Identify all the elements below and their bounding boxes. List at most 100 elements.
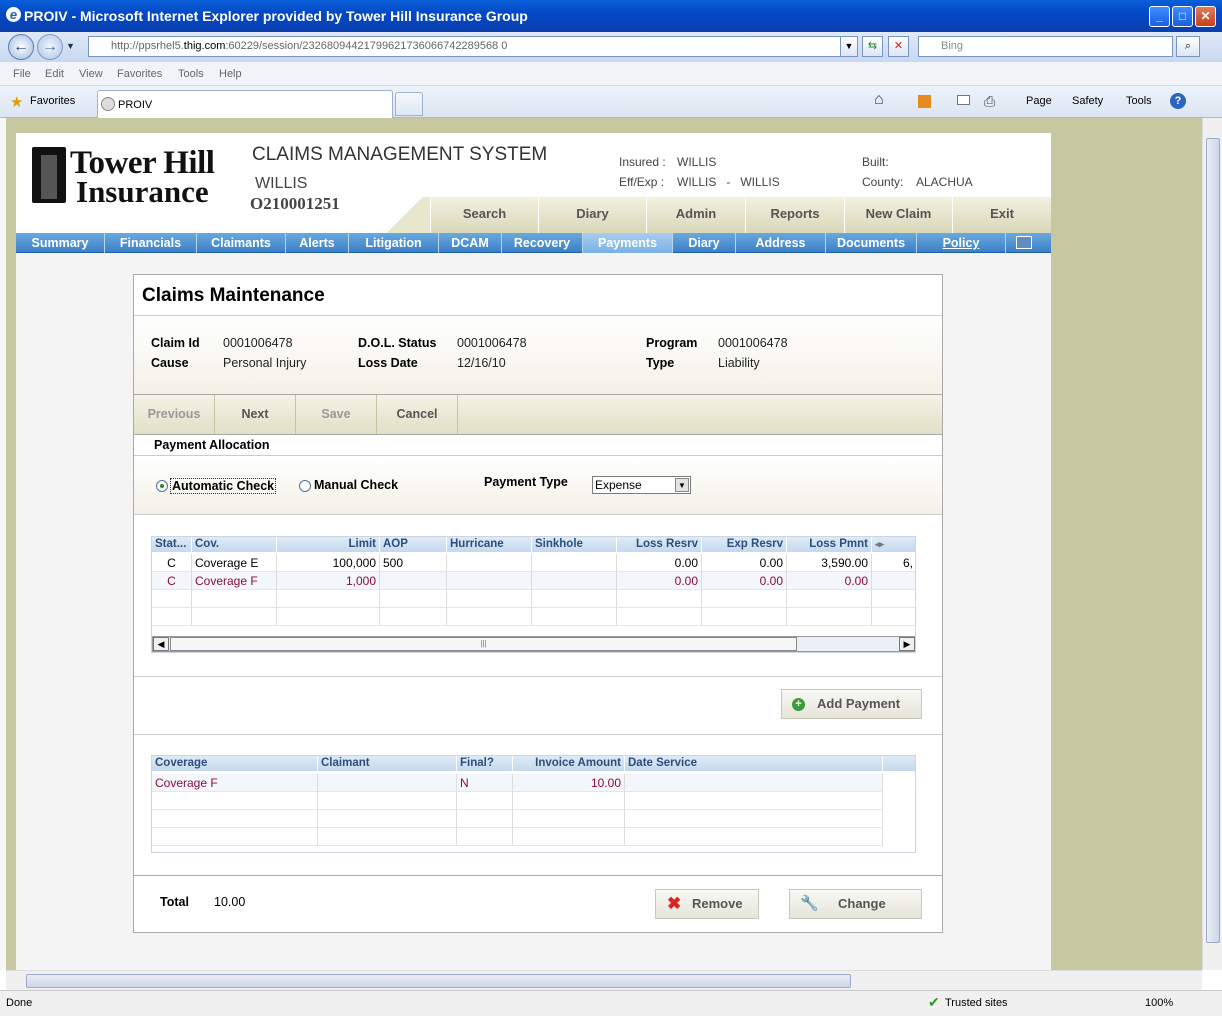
vertical-scrollbar[interactable] <box>1202 118 1222 970</box>
table-cell[interactable] <box>318 774 457 792</box>
col-loss-resrv[interactable]: Loss Resrv <box>617 537 702 552</box>
column-resize-icon[interactable]: ◂▸ <box>872 537 915 552</box>
table-cell[interactable]: 10.00 <box>513 774 625 792</box>
maximize-button[interactable]: □ <box>1172 6 1193 27</box>
col-sinkhole[interactable]: Sinkhole <box>532 537 617 552</box>
col-claimant[interactable]: Claimant <box>318 756 457 771</box>
col-exp-resrv[interactable]: Exp Resrv <box>702 537 787 552</box>
back-button[interactable]: ← <box>8 34 34 60</box>
scroll-right-icon[interactable]: ▶ <box>899 637 915 651</box>
col-coverage[interactable]: Coverage <box>152 756 318 771</box>
table-cell[interactable]: 0.00 <box>617 554 702 572</box>
subnav-financials[interactable]: Financials <box>105 233 197 253</box>
subnav-payments[interactable]: Payments <box>583 233 673 253</box>
close-window-button[interactable]: ✕ <box>1195 6 1216 27</box>
table-cell[interactable] <box>532 572 617 590</box>
col-date-service[interactable]: Date Service <box>625 756 883 771</box>
history-dropdown-icon[interactable]: ▼ <box>66 41 75 51</box>
col-final[interactable]: Final? <box>457 756 513 771</box>
table-cell[interactable]: 0.00 <box>702 554 787 572</box>
menu-edit[interactable]: Edit <box>45 68 64 80</box>
refresh-icon[interactable]: ⇆ <box>862 36 883 57</box>
forward-button[interactable]: → <box>37 34 63 60</box>
favorites-star-icon[interactable]: ★ <box>10 93 23 111</box>
address-field[interactable]: http://ppsrhel5.thig.com:60229/session/2… <box>88 36 858 57</box>
grid-scroll-thumb[interactable]: ||| <box>170 637 797 651</box>
grid-horizontal-scrollbar[interactable]: ◀ ||| ▶ <box>152 636 915 652</box>
table-cell[interactable] <box>380 572 447 590</box>
col-status[interactable]: Stat... <box>152 537 192 552</box>
scroll-left-icon[interactable]: ◀ <box>153 637 169 651</box>
nav-reports[interactable]: Reports <box>745 197 844 233</box>
menu-file[interactable]: File <box>13 68 31 80</box>
subnav-policy[interactable]: Policy <box>917 233 1006 253</box>
col-loss-pmnt[interactable]: Loss Pmnt <box>787 537 872 552</box>
table-cell[interactable]: 500 <box>380 554 447 572</box>
subnav-diary[interactable]: Diary <box>673 233 736 253</box>
new-tab-button[interactable] <box>395 92 423 116</box>
next-button[interactable]: Next <box>215 395 296 434</box>
payment-type-select[interactable]: Expense ▼ <box>592 476 691 494</box>
col-invoice-amount[interactable]: Invoice Amount <box>513 756 625 771</box>
manual-check-radio[interactable] <box>299 480 311 492</box>
table-cell[interactable] <box>532 554 617 572</box>
print-icon[interactable]: ⎙ <box>984 93 995 110</box>
book-icon[interactable] <box>1016 236 1032 249</box>
menu-favorites[interactable]: Favorites <box>117 68 162 80</box>
home-icon[interactable]: ⌂ <box>874 91 884 109</box>
previous-button[interactable]: Previous <box>134 395 215 434</box>
table-cell[interactable]: C <box>152 554 192 572</box>
search-icon[interactable]: ⌕ <box>1176 36 1200 57</box>
automatic-check-label[interactable]: Automatic Check <box>170 478 277 494</box>
table-cell[interactable]: N <box>457 774 513 792</box>
table-cell[interactable] <box>447 554 532 572</box>
address-dropdown-icon[interactable]: ▼ <box>840 36 858 57</box>
change-button[interactable]: 🔧 Change <box>789 889 922 919</box>
nav-exit[interactable]: Exit <box>952 197 1051 233</box>
table-cell[interactable]: 3,590.00 <box>787 554 872 572</box>
menu-help[interactable]: Help <box>219 68 242 80</box>
dropdown-arrow-icon[interactable]: ▼ <box>675 478 689 492</box>
stop-icon[interactable]: ✕ <box>888 36 909 57</box>
subnav-summary[interactable]: Summary <box>16 233 105 253</box>
table-cell[interactable]: 6, <box>872 554 915 572</box>
table-cell[interactable]: Coverage F <box>192 572 277 590</box>
subnav-address[interactable]: Address <box>736 233 826 253</box>
table-cell[interactable] <box>872 572 915 590</box>
table-cell[interactable]: Coverage F <box>152 774 318 792</box>
nav-search[interactable]: Search <box>430 197 538 233</box>
automatic-check-radio[interactable] <box>156 480 168 492</box>
remove-button[interactable]: ✖ Remove <box>655 889 759 919</box>
nav-new-claim[interactable]: New Claim <box>844 197 952 233</box>
table-cell[interactable]: 100,000 <box>277 554 380 572</box>
favorites-button[interactable]: Favorites <box>30 95 75 107</box>
help-icon[interactable]: ? <box>1170 93 1186 109</box>
feeds-icon[interactable] <box>918 95 931 108</box>
table-cell[interactable]: 0.00 <box>617 572 702 590</box>
add-payment-button[interactable]: + Add Payment <box>781 689 922 719</box>
search-input[interactable]: Bing <box>918 36 1173 57</box>
cancel-button[interactable]: Cancel <box>377 395 458 434</box>
nav-admin[interactable]: Admin <box>646 197 745 233</box>
tools-menu[interactable]: Tools <box>1126 95 1152 107</box>
page-menu[interactable]: Page <box>1026 95 1052 107</box>
table-cell[interactable]: 0.00 <box>702 572 787 590</box>
browser-tab[interactable]: PROIV <box>97 90 393 118</box>
zoom-text[interactable]: 100% <box>1145 997 1173 1009</box>
col-limit[interactable]: Limit <box>277 537 380 552</box>
subnav-alerts[interactable]: Alerts <box>286 233 349 253</box>
safety-menu[interactable]: Safety <box>1072 95 1103 107</box>
horizontal-scrollbar[interactable] <box>6 970 1202 990</box>
col-hurricane[interactable]: Hurricane <box>447 537 532 552</box>
subnav-litigation[interactable]: Litigation <box>349 233 439 253</box>
minimize-button[interactable]: _ <box>1149 6 1170 27</box>
col-aop[interactable]: AOP <box>380 537 447 552</box>
menu-tools[interactable]: Tools <box>178 68 204 80</box>
mail-icon[interactable] <box>957 95 970 105</box>
table-cell[interactable]: C <box>152 572 192 590</box>
table-cell[interactable] <box>447 572 532 590</box>
subnav-claimants[interactable]: Claimants <box>197 233 286 253</box>
col-cov[interactable]: Cov. <box>192 537 277 552</box>
subnav-dcam[interactable]: DCAM <box>439 233 502 253</box>
nav-diary[interactable]: Diary <box>538 197 646 233</box>
